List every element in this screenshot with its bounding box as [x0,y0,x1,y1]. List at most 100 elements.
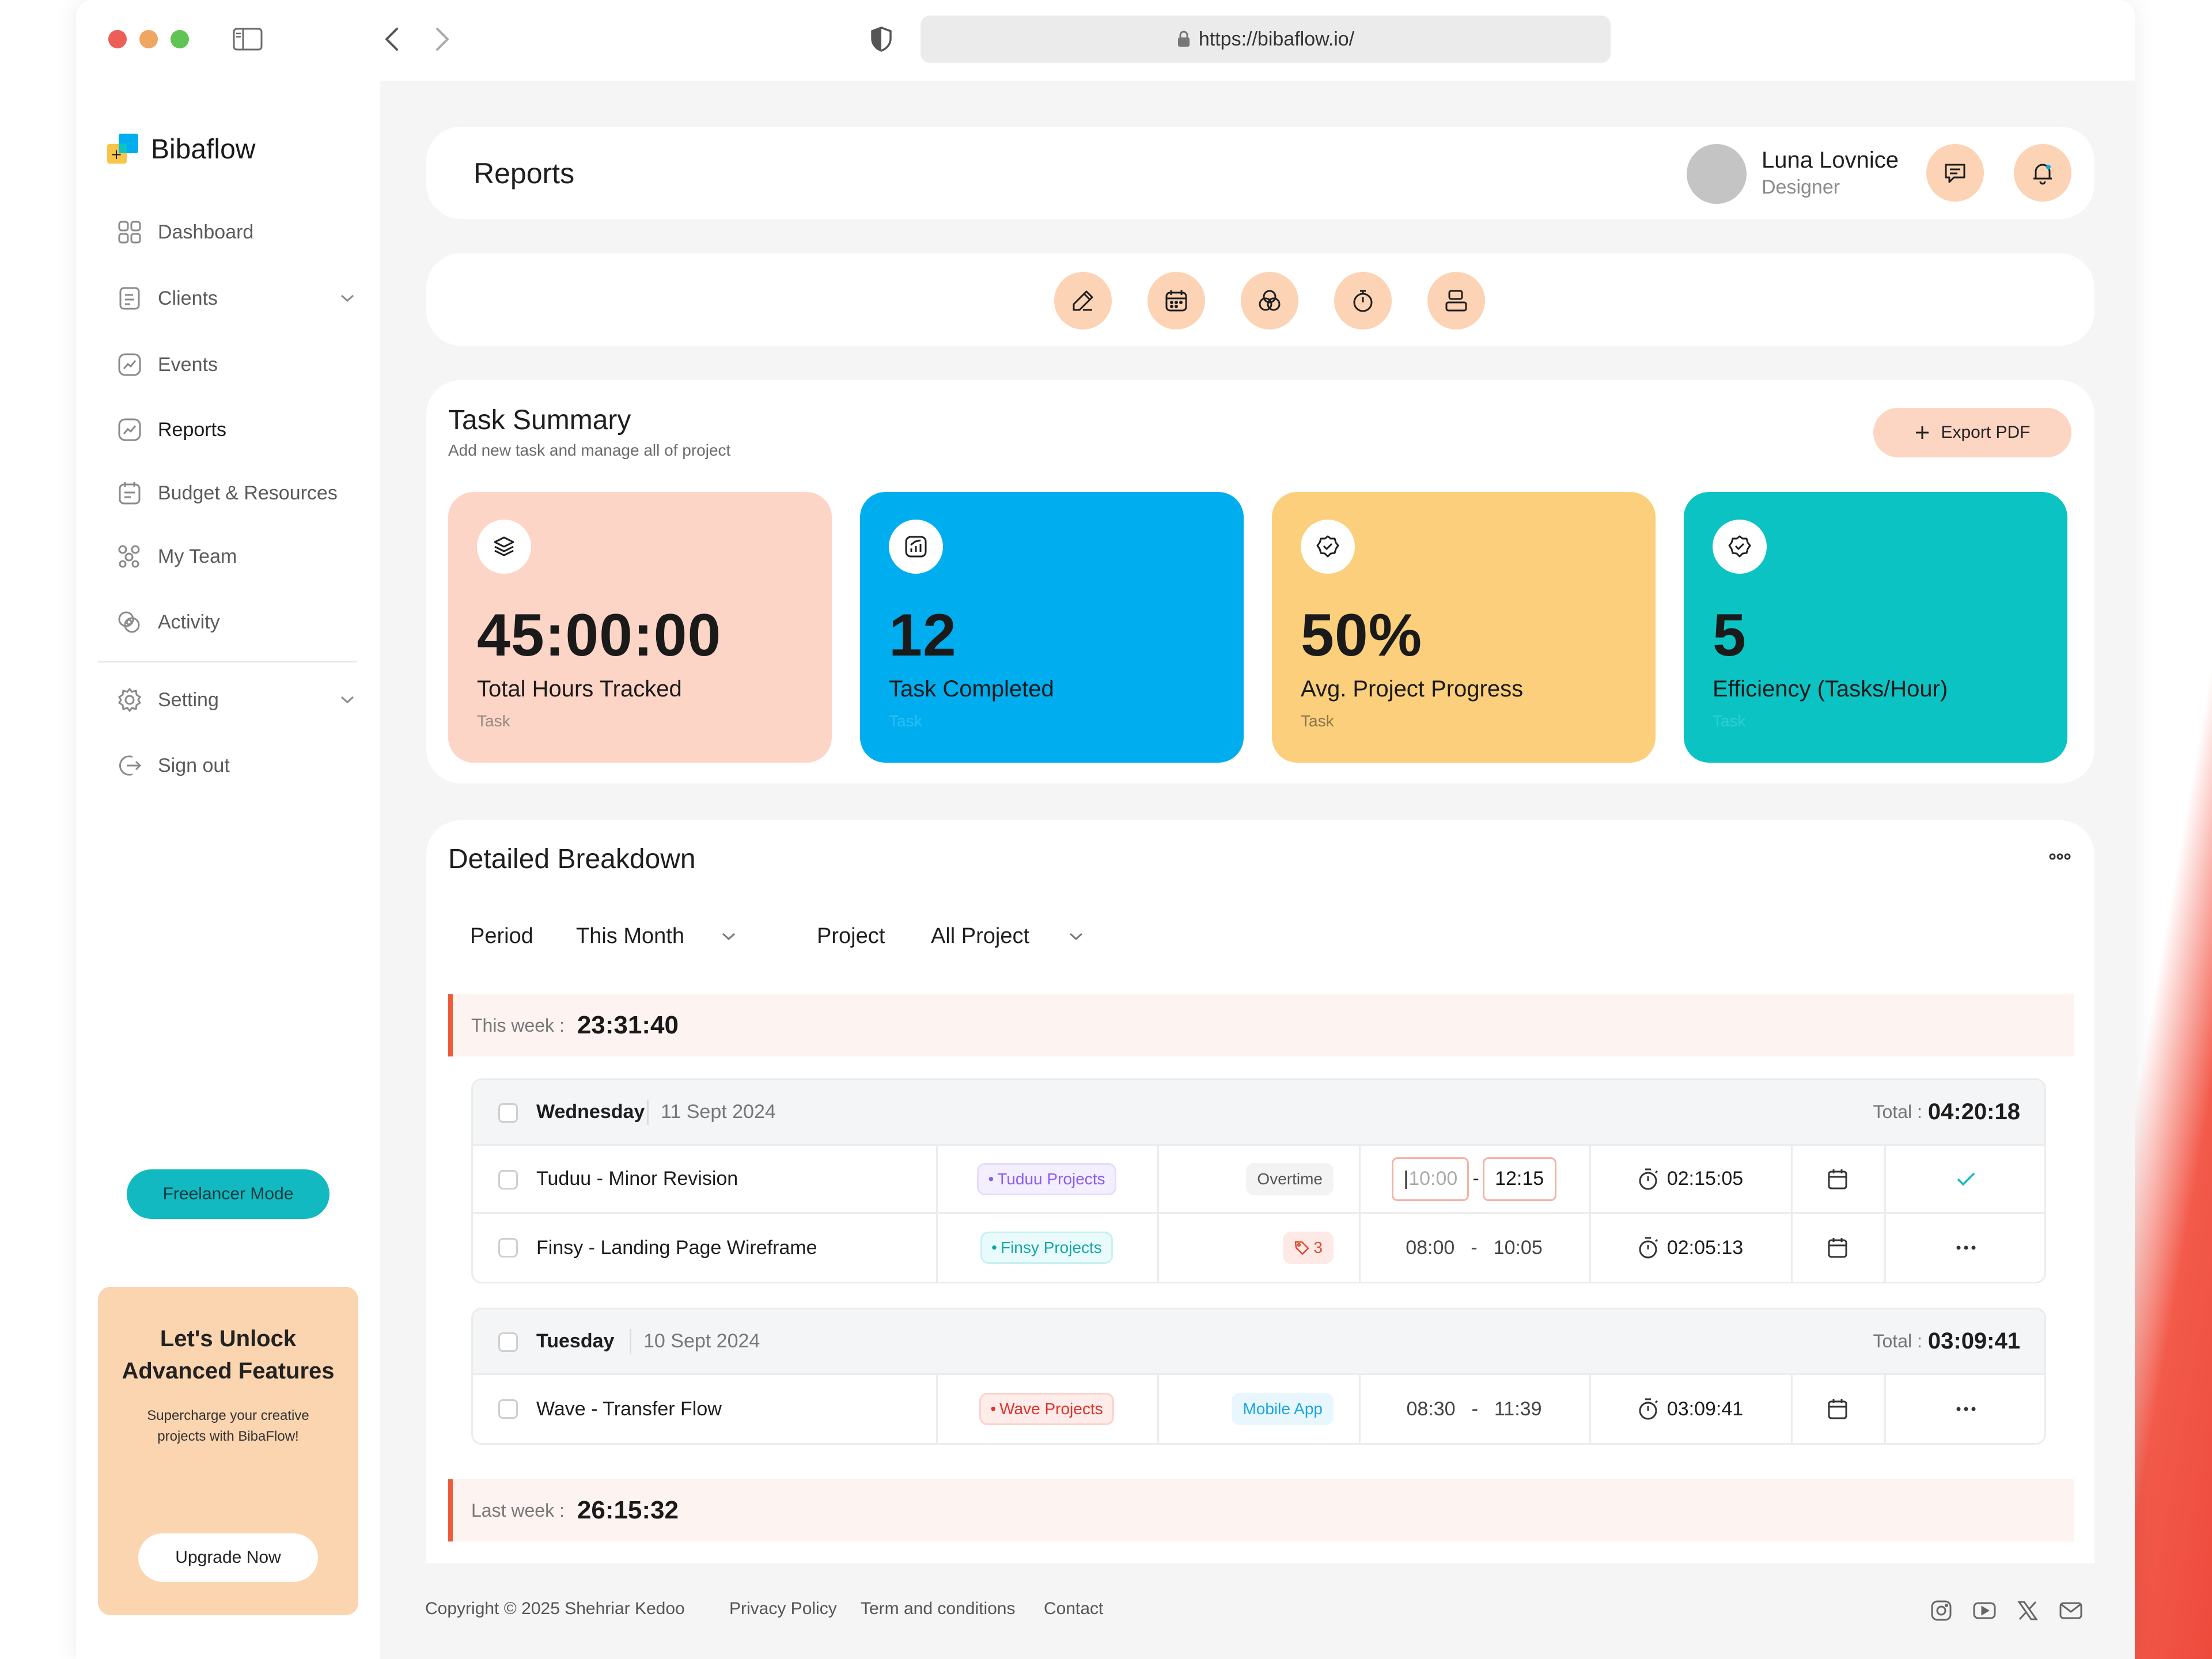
task-name: Finsy - Landing Page Wireframe [536,1236,817,1259]
stat-card-efficiency[interactable]: 5 Efficiency (Tasks/Hour) Task [1684,492,2067,763]
timer-button[interactable] [1334,272,1392,329]
stat-card-hours[interactable]: 45:00:00 Total Hours Tracked Task [448,492,832,763]
overlap-button[interactable] [1241,272,1298,329]
sidebar-item-activity[interactable]: Activity [116,609,370,635]
overlap-icon [1257,288,1282,313]
instagram-icon[interactable] [1930,1599,1953,1622]
sidebar-item-reports[interactable]: Reports [116,416,370,443]
youtube-icon[interactable] [1972,1599,1997,1622]
last-week-label: Last week : [471,1499,565,1521]
table-row[interactable]: Finsy - Landing Page Wireframe • Finsy P… [473,1214,2044,1282]
sidebar-toggle-icon[interactable] [232,23,264,55]
sidebar-item-dashboard[interactable]: Dashboard [116,219,370,245]
address-bar[interactable]: https://bibaflow.io/ [921,16,1611,63]
project-tag[interactable]: • Wave Projects [979,1393,1114,1425]
x-icon[interactable] [2016,1599,2039,1622]
last-week-value: 26:15:32 [577,1496,679,1524]
start-time[interactable]: 08:30 [1407,1398,1456,1421]
footer-link-terms[interactable]: Term and conditions [861,1599,1015,1619]
day-name: Wednesday [536,1101,645,1123]
day-checkbox[interactable] [498,1103,518,1123]
day-group-header: Wednesday 11 Sept 2024 Total : 04:20:18 [473,1080,2044,1146]
end-time[interactable]: 10:05 [1494,1237,1543,1259]
layout-button[interactable] [1427,272,1485,329]
stat-card-progress[interactable]: 50% Avg. Project Progress Task [1272,492,1656,763]
sidebar-item-setting[interactable]: Setting [116,687,370,713]
stat-sub: Task [1713,712,1746,730]
start-time-input[interactable]: | 10:00 [1392,1157,1469,1201]
end-time-input[interactable]: 12:15 [1482,1157,1556,1201]
shield-icon[interactable] [865,23,897,55]
gear-icon [116,687,143,713]
day-date: 11 Sept 2024 [661,1101,776,1123]
row-checkbox[interactable] [498,1238,518,1257]
svg-text:+: + [111,146,122,162]
calendar-icon [1827,1237,1848,1259]
user-role: Designer [1762,176,1840,198]
end-time[interactable]: 11:39 [1494,1398,1542,1421]
messages-button[interactable] [1926,144,1984,202]
chevron-down-icon[interactable] [340,294,355,303]
row-more-button[interactable] [1884,1214,2044,1282]
sidebar-item-label: Activity [158,611,220,633]
sidebar-item-budget[interactable]: Budget & Resources [116,480,370,506]
back-icon[interactable] [376,23,408,55]
freelancer-mode-button[interactable]: Freelancer Mode [127,1169,329,1219]
sidebar-item-sign-out[interactable]: Sign out [116,752,370,779]
minimize-window-button[interactable] [139,30,158,48]
detailed-breakdown-card: Detailed Breakdown Period This Month Pro… [426,820,2094,1563]
user-name: Luna Lovnice [1762,147,1899,173]
calendar-button[interactable] [1791,1146,1884,1212]
table-row[interactable]: Tuduu - Minor Revision • Tuduu Projects … [473,1146,2044,1214]
last-week-summary[interactable]: Last week : 26:15:32 [448,1479,2074,1541]
sidebar-item-label: Budget & Resources [158,482,338,504]
sidebar-item-my-team[interactable]: My Team [116,543,370,570]
project-dropdown[interactable]: All Project [931,924,1084,949]
stat-card-tasks[interactable]: 12 Task Completed Task [860,492,1244,763]
promo-title: Let's Unlock Advanced Features [122,1326,335,1384]
notifications-button[interactable] [2014,144,2071,202]
calendar-button[interactable] [1791,1214,1884,1282]
more-horizontal-icon [1956,1406,1976,1412]
export-pdf-button[interactable]: Export PDF [1873,408,2071,457]
start-time[interactable]: 08:00 [1406,1237,1455,1259]
project-tag[interactable]: • Tuduu Projects [977,1162,1116,1195]
upgrade-now-button[interactable]: Upgrade Now [138,1533,318,1582]
row-checkbox[interactable] [498,1170,518,1190]
sidebar-item-label: Events [158,353,218,376]
day-checkbox[interactable] [498,1332,518,1352]
avatar[interactable] [1687,144,1747,204]
sidebar-item-events[interactable]: Events [116,351,370,378]
sidebar-item-clients[interactable]: Clients [116,285,370,312]
app-logo[interactable]: + Bibaflow [106,132,255,166]
calendar-button[interactable] [1147,272,1205,329]
close-window-button[interactable] [108,30,127,48]
overtime-tag[interactable]: Overtime [1246,1162,1334,1195]
edit-button[interactable] [1054,272,1112,329]
browser-titlebar: https://bibaflow.io/ [76,0,2135,81]
maximize-window-button[interactable] [171,30,189,48]
calendar-icon [1827,1168,1848,1190]
footer-link-privacy[interactable]: Privacy Policy [729,1599,837,1619]
stat-label: Total Hours Tracked [477,676,682,702]
project-tag[interactable]: • Finsy Projects [980,1232,1113,1264]
plus-icon [1914,425,1930,441]
forward-icon[interactable] [426,23,459,55]
label-count-tag[interactable]: 3 [1283,1232,1334,1264]
sidebar-divider [98,661,357,662]
more-options-icon[interactable] [2048,853,2071,861]
category-tag[interactable]: Mobile App [1232,1393,1334,1425]
calendar-button[interactable] [1791,1375,1884,1443]
chevron-down-icon[interactable] [340,695,355,704]
row-more-button[interactable] [1884,1375,2044,1443]
stat-label: Avg. Project Progress [1301,676,1524,702]
day-group-tuesday: Tuesday 10 Sept 2024 Total : 03:09:41 Wa… [471,1308,2046,1445]
footer-link-contact[interactable]: Contact [1044,1599,1103,1619]
task-summary-card: Task Summary Add new task and manage all… [426,380,2094,783]
table-row[interactable]: Wave - Transfer Flow • Wave Projects Mob… [473,1375,2044,1443]
complete-button[interactable] [1884,1146,2044,1212]
period-dropdown[interactable]: This Month [576,924,736,949]
row-checkbox[interactable] [498,1399,518,1419]
day-total: Total : 03:09:41 [1873,1328,2021,1354]
mail-icon[interactable] [2059,1599,2083,1622]
